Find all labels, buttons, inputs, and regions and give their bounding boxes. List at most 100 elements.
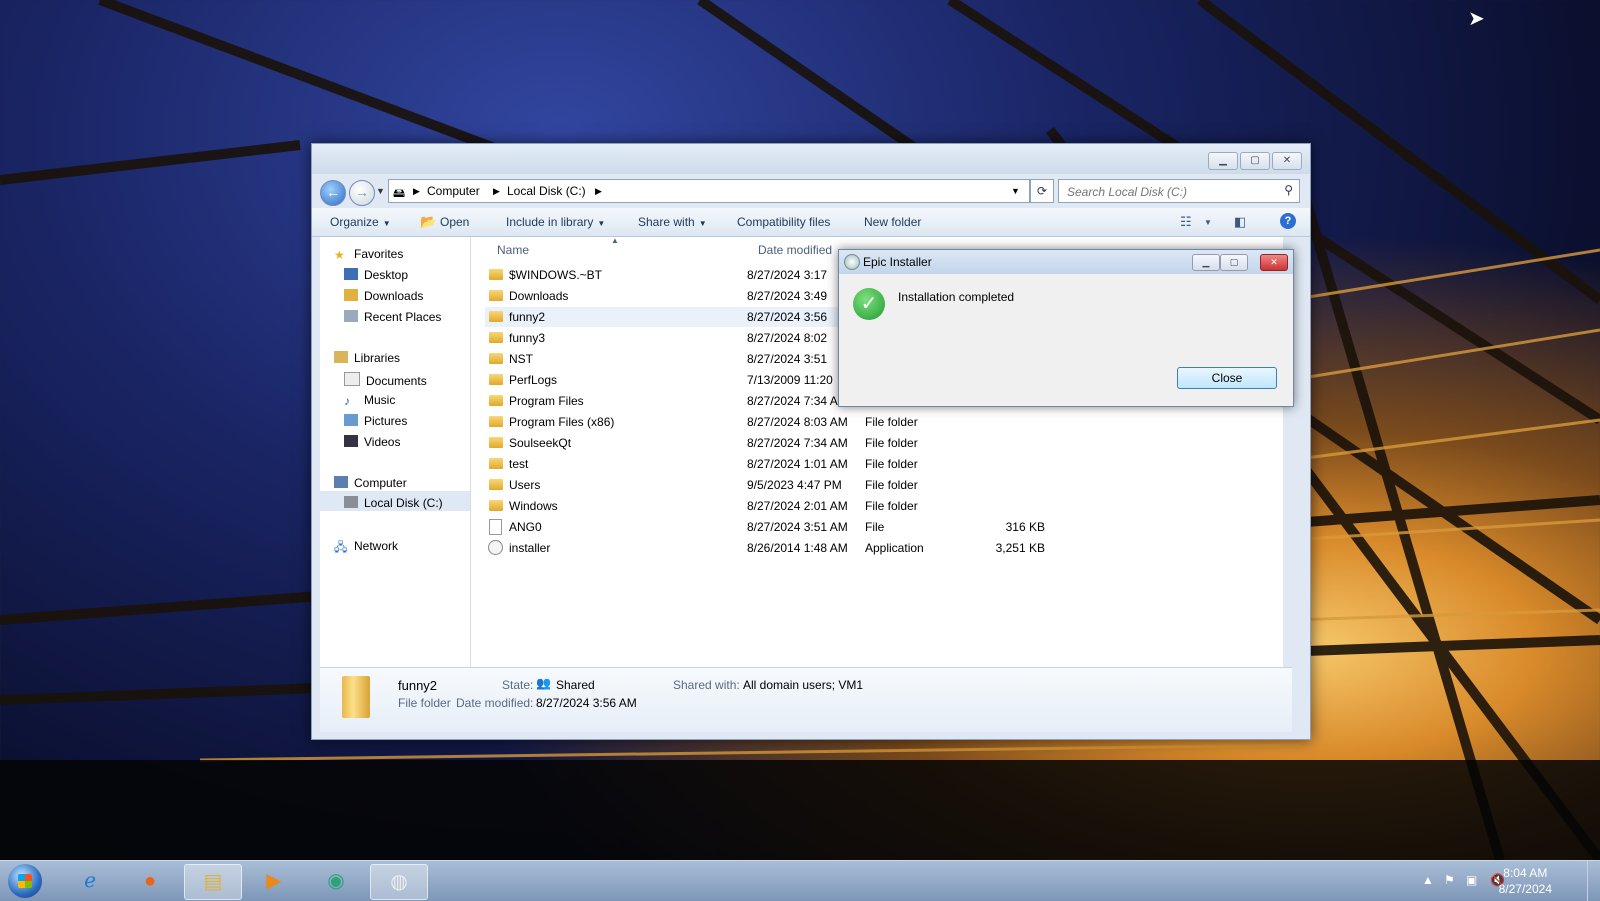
file-name: Program Files (x86) [509, 415, 615, 429]
preview-pane-icon[interactable]: ◧ [1234, 214, 1246, 230]
internet-explorer-icon[interactable]: ℯ [62, 864, 118, 898]
nav-pictures[interactable]: Pictures [344, 414, 407, 428]
table-row[interactable]: SoulseekQt 8/27/2024 7:34 AM File folder [485, 433, 1045, 453]
caret-down-icon: ▼ [382, 219, 391, 228]
folder-icon [489, 311, 503, 322]
maximize-button[interactable]: ▢ [1240, 152, 1270, 170]
file-date: 8/27/2024 3:51 AM [747, 520, 848, 534]
details-state-value: Shared [556, 678, 595, 692]
file-date: 8/27/2024 3:51 [747, 352, 828, 366]
table-row[interactable]: Users 9/5/2023 4:47 PM File folder [485, 475, 1045, 495]
dialog-close-button[interactable]: ✕ [1260, 254, 1288, 271]
file-name: Users [509, 478, 541, 492]
address-dropdown-icon[interactable]: ▼ [1011, 186, 1020, 196]
file-type: File folder [865, 436, 918, 450]
open-button[interactable]: Open [440, 215, 469, 229]
file-date: 8/27/2024 8:03 AM [747, 415, 848, 429]
pictures-icon [344, 414, 358, 426]
file-date: 8/27/2024 3:56 [747, 310, 828, 324]
nav-network[interactable]: 🖧 Network [334, 538, 398, 554]
file-type: File folder [865, 478, 918, 492]
windows-explorer-icon[interactable]: ▤ [184, 864, 242, 900]
search-input[interactable] [1065, 184, 1269, 200]
nav-favorites[interactable]: ★ Favorites [334, 247, 404, 262]
breadcrumb-local-disk[interactable]: Local Disk (C:) [507, 184, 586, 198]
table-row[interactable]: installer 8/26/2014 1:48 AM Application 3,2… [485, 538, 1045, 558]
dialog-titlebar[interactable]: Epic Installer ▁ ▢ ✕ [839, 250, 1293, 274]
include-in-library-button[interactable]: Include in library ▼ [506, 215, 605, 229]
globe-app-icon[interactable]: ◉ [308, 864, 364, 898]
nav-videos[interactable]: Videos [344, 435, 400, 449]
nav-computer[interactable]: Computer [334, 476, 407, 490]
back-button[interactable]: ← [320, 180, 346, 206]
taskbar: ℯ ● ▤ ▶ ◉ ◍ ▲ ⚑ ▣ 🔇 8:04 AM 8/27/2024 [0, 860, 1600, 901]
recent-pages-dropdown-icon[interactable]: ▼ [376, 186, 385, 196]
share-with-button[interactable]: Share with ▼ [638, 215, 707, 229]
file-name: Downloads [509, 289, 569, 303]
close-button[interactable]: Close [1177, 367, 1277, 389]
music-icon: ♪ [344, 394, 350, 408]
navigation-pane: ★ Favorites Desktop Downloads Recent Plac… [320, 237, 471, 667]
file-name: SoulseekQt [509, 436, 572, 450]
table-row[interactable]: Program Files (x86) 8/27/2024 8:03 AM File… [485, 412, 1045, 432]
file-date: 8/27/2024 8:02 [747, 331, 828, 345]
clock-date: 8/27/2024 [1498, 882, 1552, 896]
address-bar[interactable]: 🖴 ▶ Computer ▶ Local Disk (C:) ▶ ▼ [388, 179, 1030, 203]
file-date: 8/27/2024 7:34 AM [747, 436, 848, 450]
dialog-maximize-button[interactable]: ▢ [1220, 254, 1248, 271]
chevron-right-icon[interactable]: ▶ [413, 186, 420, 197]
view-options-icon[interactable]: ☷ [1180, 214, 1192, 230]
file-date: 7/13/2009 11:20 [747, 373, 833, 387]
search-icon[interactable]: ⚲ [1284, 183, 1293, 197]
shared-icon: 👥 [536, 676, 551, 690]
help-icon[interactable]: ? [1280, 213, 1296, 229]
caret-down-icon: ▼ [597, 219, 606, 228]
breadcrumb-computer[interactable]: Computer [427, 184, 480, 198]
table-row[interactable]: ANG0 8/27/2024 3:51 AM File 316 KB [485, 517, 1045, 537]
dialog-minimize-button[interactable]: ▁ [1192, 254, 1220, 271]
nav-desktop[interactable]: Desktop [344, 268, 408, 282]
nav-label: Libraries [354, 351, 401, 365]
minimize-button[interactable]: ▁ [1208, 152, 1238, 170]
forward-button[interactable]: → [349, 180, 375, 206]
file-type: Application [865, 541, 924, 555]
nav-label: Favorites [354, 247, 404, 261]
nav-libraries[interactable]: Libraries [334, 351, 400, 365]
file-type: File folder [865, 457, 918, 471]
installer-app-icon [844, 254, 860, 270]
new-folder-button[interactable]: New folder [864, 215, 921, 229]
media-player-icon[interactable]: ▶ [246, 864, 302, 898]
file-name: ANG0 [509, 520, 542, 534]
chevron-right-icon[interactable]: ▶ [595, 186, 602, 197]
nav-music[interactable]: ♪ Music [344, 393, 396, 408]
file-size: 316 KB [1005, 520, 1045, 534]
explorer-titlebar[interactable]: ▁ ▢ ✕ [312, 144, 1310, 174]
nav-label: Music [364, 393, 396, 407]
nav-recent-places[interactable]: Recent Places [344, 310, 441, 324]
installer-taskbar-icon[interactable]: ◍ [370, 864, 428, 900]
column-header-date-modified[interactable]: Date modified [758, 243, 832, 257]
show-desktop-button[interactable] [1587, 861, 1600, 901]
show-hidden-icons-icon[interactable]: ▲ [1422, 873, 1434, 887]
table-row[interactable]: test 8/27/2024 1:01 AM File folder [485, 454, 1045, 474]
chevron-right-icon[interactable]: ▶ [493, 186, 500, 197]
network-status-icon[interactable]: ▣ [1466, 873, 1477, 887]
libraries-icon [334, 351, 348, 363]
view-dropdown-icon[interactable]: ▼ [1204, 218, 1212, 227]
system-clock[interactable]: 8:04 AM 8/27/2024 [1499, 865, 1552, 897]
refresh-button[interactable]: ⟳ [1030, 179, 1054, 203]
nav-downloads[interactable]: Downloads [344, 289, 423, 303]
organize-button[interactable]: Organize ▼ [330, 215, 391, 229]
table-row[interactable]: Windows 8/27/2024 2:01 AM File folder [485, 496, 1045, 516]
compatibility-files-button[interactable]: Compatibility files [737, 215, 830, 229]
nav-documents[interactable]: Documents [344, 372, 427, 388]
column-header-name[interactable]: Name [497, 243, 529, 257]
nav-local-disk-selected[interactable]: Local Disk (C:) [320, 491, 470, 511]
action-center-flag-icon[interactable]: ⚑ [1444, 873, 1455, 887]
details-pane: funny2 File folder State: 👥 Shared Date … [320, 667, 1292, 732]
close-button[interactable]: ✕ [1272, 152, 1302, 170]
nav-label: Downloads [364, 289, 424, 303]
firefox-icon[interactable]: ● [122, 864, 178, 898]
nav-label: Computer [354, 476, 407, 490]
start-button[interactable] [8, 864, 42, 898]
